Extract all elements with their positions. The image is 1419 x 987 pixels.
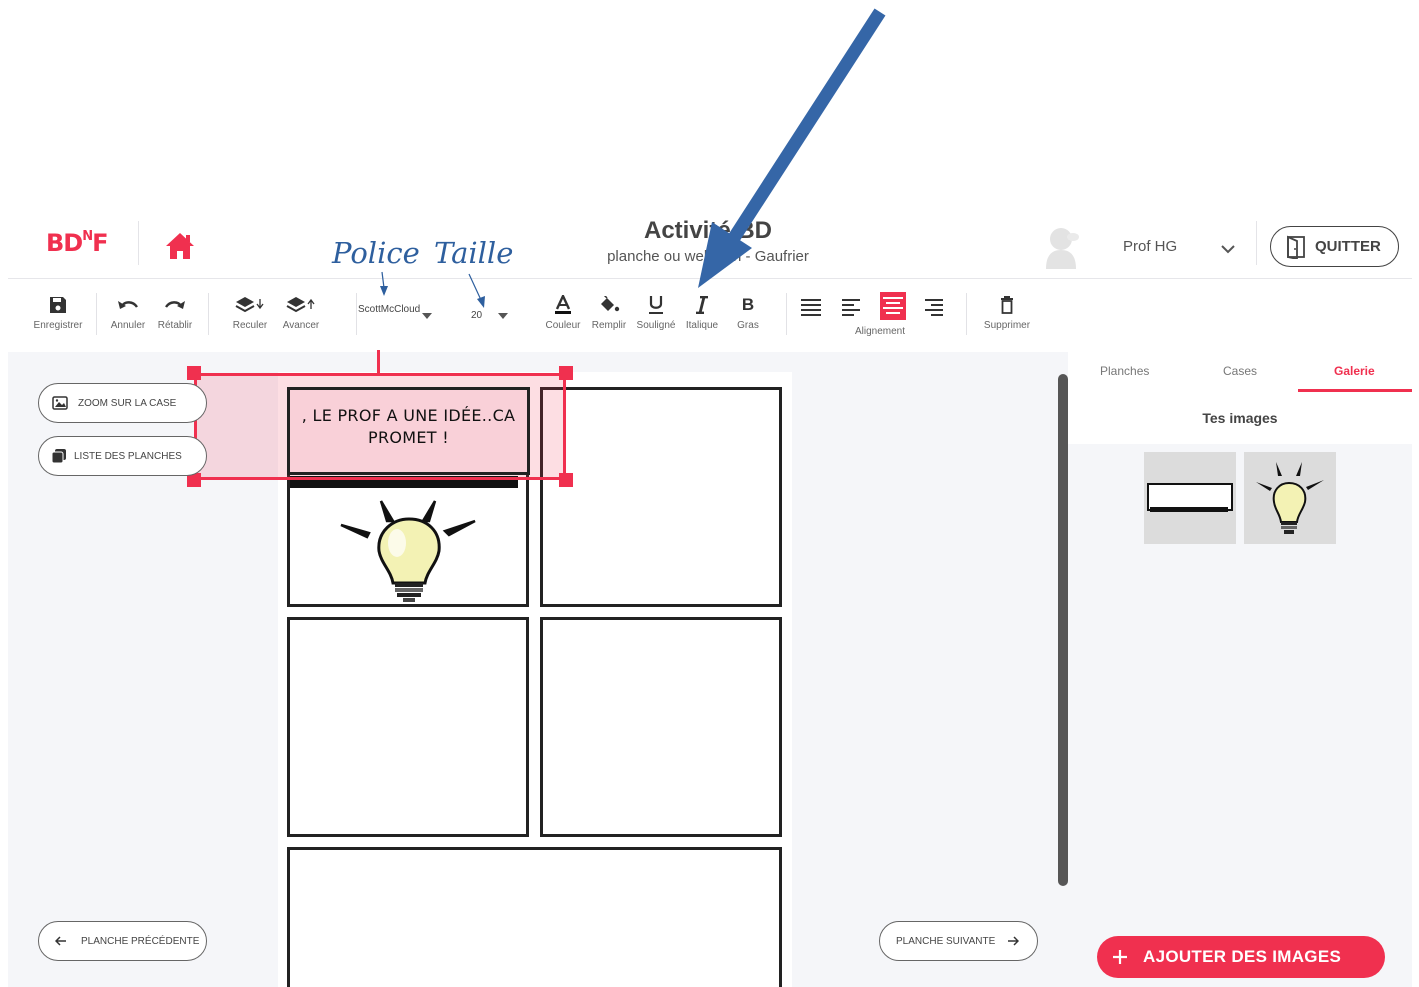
quit-label: QUITTER (1315, 238, 1381, 255)
toolbar-divider (966, 293, 967, 335)
align-left-icon[interactable] (841, 297, 863, 319)
gallery-thumb-lightbulb[interactable] (1244, 452, 1336, 544)
paint-bucket-icon (588, 294, 630, 316)
rotate-handle[interactable] (377, 350, 380, 373)
bold-icon: B (741, 295, 755, 314)
canvas-scrollbar[interactable] (1058, 374, 1068, 886)
size-select[interactable]: 20 (471, 310, 482, 321)
text-color-icon (540, 294, 586, 316)
right-sidebar: Planches Cases Galerie Tes images (1068, 352, 1412, 987)
send-back-button[interactable]: Reculer (228, 294, 272, 331)
add-images-label: AJOUTER DES IMAGES (1143, 947, 1342, 966)
door-icon (1287, 235, 1305, 259)
resize-handle[interactable] (187, 366, 201, 380)
underline-icon (632, 294, 680, 316)
layer-down-icon (228, 294, 272, 316)
lightbulb-image[interactable] (337, 493, 477, 603)
add-images-button[interactable]: AJOUTER DES IMAGES (1097, 936, 1385, 978)
save-button[interactable]: Enregistrer (30, 294, 86, 331)
pages-icon (52, 449, 66, 463)
list-pages-button[interactable]: LISTE DES PLANCHES (38, 436, 207, 476)
resize-handle[interactable] (559, 473, 573, 487)
fill-button[interactable]: Remplir (588, 294, 630, 331)
blank-top-area (0, 0, 1419, 215)
arrow-right-icon (1008, 936, 1020, 946)
zoom-case-button[interactable]: ZOOM SUR LA CASE (38, 383, 207, 423)
zoom-case-label: ZOOM SUR LA CASE (78, 397, 177, 409)
font-select[interactable]: ScottMcCloud (358, 304, 420, 315)
toolbar-divider (786, 293, 787, 335)
home-icon[interactable] (164, 231, 196, 261)
redo-button[interactable]: Rétablir (154, 294, 196, 331)
comic-panel-5[interactable] (287, 847, 782, 987)
comic-panel-3[interactable] (287, 617, 529, 837)
header-divider (1256, 221, 1257, 265)
previous-page-button[interactable]: PLANCHE PRÉCÉDENTE (38, 921, 207, 961)
resize-handle[interactable] (559, 366, 573, 380)
tab-galerie[interactable]: Galerie (1334, 364, 1375, 378)
toolbar-divider (96, 293, 97, 335)
next-page-button[interactable]: PLANCHE SUIVANTE (879, 921, 1038, 961)
bdnf-logo[interactable]: BDNF (46, 229, 109, 257)
page-subtitle: planche ou webtoon - Gaufrier (607, 248, 809, 265)
undo-icon (107, 294, 149, 316)
comic-panel-4[interactable] (540, 617, 782, 837)
font-dropdown-caret-icon[interactable] (422, 313, 432, 319)
screen: BDNF Activité BD planche ou webtoon - Ga… (0, 0, 1419, 987)
quit-button[interactable]: QUITTER (1270, 226, 1399, 267)
sidebar-tabs: Planches Cases Galerie (1068, 352, 1412, 392)
align-right-icon[interactable] (922, 297, 944, 319)
plus-icon (1113, 950, 1127, 964)
gallery-thumb-bubble[interactable] (1144, 452, 1236, 544)
next-page-label: PLANCHE SUIVANTE (896, 935, 996, 947)
previous-page-label: PLANCHE PRÉCÉDENTE (81, 935, 200, 947)
trash-icon (978, 294, 1036, 316)
bring-forward-button[interactable]: Avancer (278, 294, 324, 331)
user-name: Prof HG (1123, 238, 1178, 255)
page-title: Activité BD (643, 217, 773, 244)
floppy-icon (30, 294, 86, 316)
color-button[interactable]: Couleur (540, 294, 586, 331)
avatar[interactable] (1038, 225, 1084, 269)
list-pages-label: LISTE DES PLANCHES (74, 450, 182, 462)
editor-toolbar: Enregistrer Annuler Rétablir Reculer Ava… (8, 280, 1412, 350)
undo-button[interactable]: Annuler (107, 294, 149, 331)
tab-planches[interactable]: Planches (1100, 364, 1149, 378)
align-center-icon[interactable] (880, 292, 906, 320)
delete-button[interactable]: Supprimer (978, 294, 1036, 331)
italic-icon (682, 294, 722, 316)
size-dropdown-caret-icon[interactable] (498, 313, 508, 319)
toolbar-divider (208, 293, 209, 335)
annotation-police: Police (332, 236, 420, 270)
chevron-down-icon[interactable] (1220, 241, 1236, 254)
toolbar-divider (356, 293, 357, 335)
layer-up-icon (278, 294, 324, 316)
app-header: BDNF Activité BD planche ou webtoon - Ga… (8, 215, 1412, 279)
image-icon (52, 396, 68, 410)
arrow-left-icon (55, 936, 66, 946)
gallery-title: Tes images (1068, 392, 1412, 444)
italic-button[interactable]: Italique (682, 294, 722, 331)
underline-button[interactable]: Souligné (632, 294, 680, 331)
align-justify-icon[interactable] (800, 297, 822, 319)
selection-frame[interactable] (194, 373, 566, 480)
bold-button[interactable]: B Gras (730, 294, 766, 331)
tab-cases[interactable]: Cases (1223, 364, 1257, 378)
header-divider (138, 221, 139, 265)
alignment-label: Alignement (854, 326, 906, 337)
redo-icon (154, 294, 196, 316)
comic-panel-2[interactable] (540, 387, 782, 607)
annotation-taille: Taille (434, 236, 514, 270)
